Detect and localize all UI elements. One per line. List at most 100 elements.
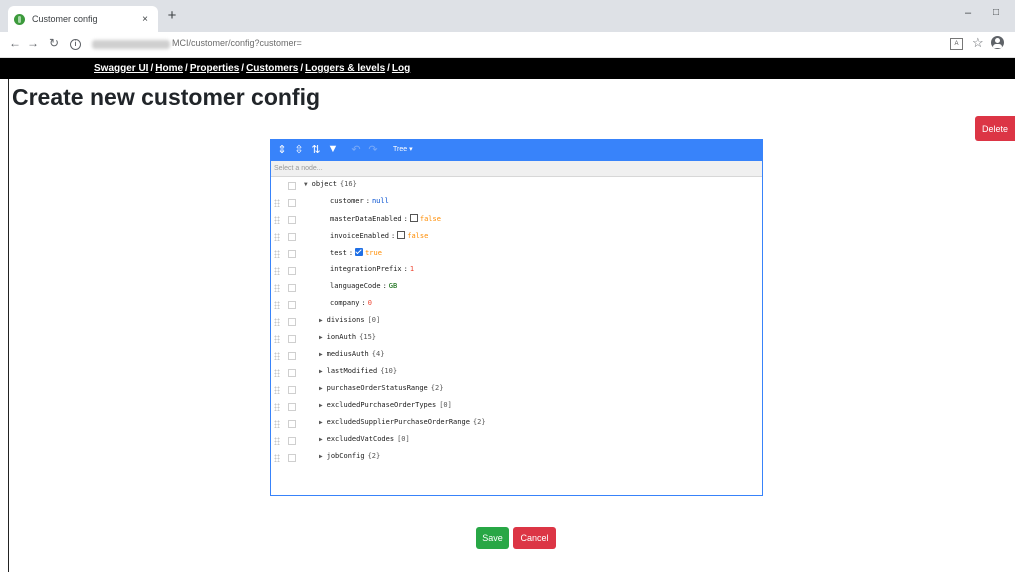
node-key[interactable]: customer [330,197,364,205]
drag-handle-icon[interactable] [274,352,280,360]
drag-handle-icon[interactable] [274,386,280,394]
tree-node-ionAuth[interactable]: ▶ ionAuth {15} [271,330,762,347]
nav-link-swagger-ui[interactable]: Swagger UI [94,63,148,74]
tree-node-masterDataEnabled[interactable]: masterDataEnabled: false [271,211,762,228]
nav-link-home[interactable]: Home [155,63,183,74]
drag-handle-icon[interactable] [274,267,280,275]
minimize-icon[interactable]: – [960,7,976,19]
tab-close-icon[interactable]: × [138,14,152,25]
collapsed-triangle-icon[interactable]: ▶ [319,453,323,460]
node-value[interactable]: GB [389,282,397,290]
drag-handle-icon[interactable] [274,403,280,411]
site-info-icon[interactable]: i [70,39,81,50]
drag-handle-icon[interactable] [274,318,280,326]
collapse-all-icon[interactable]: ⇳ [292,143,306,156]
checkbox-icon[interactable] [409,214,418,222]
translate-icon[interactable]: A [950,38,963,50]
tree-node-jobConfig[interactable]: ▶ jobConfig {2} [271,449,762,466]
tree-node-lastModified[interactable]: ▶ lastModified {10} [271,364,762,381]
url-host-blurred[interactable] [92,40,170,49]
node-key[interactable]: languageCode [330,282,381,290]
drag-handle-icon[interactable] [274,250,280,258]
node-context-menu-icon[interactable] [288,369,296,377]
undo-icon[interactable]: ↶ [349,143,363,156]
node-search-input[interactable]: Select a node... [271,161,762,177]
tree-node-invoiceEnabled[interactable]: invoiceEnabled: false [271,228,762,245]
mode-dropdown[interactable]: Tree ▾ [393,145,413,153]
nav-link-properties[interactable]: Properties [190,63,239,74]
node-context-menu-icon[interactable] [288,437,296,445]
node-value[interactable]: false [407,232,428,240]
node-context-menu-icon[interactable] [288,250,296,258]
drag-handle-icon[interactable] [274,454,280,462]
redo-icon[interactable]: ↷ [366,143,380,156]
nav-link-customers[interactable]: Customers [246,63,298,74]
node-context-menu-icon[interactable] [288,454,296,462]
node-context-menu-icon[interactable] [288,216,296,224]
nav-link-log[interactable]: Log [392,63,410,74]
expanded-triangle-icon[interactable]: ▼ [304,181,308,188]
node-value[interactable]: null [372,197,389,205]
account-icon[interactable] [991,36,1004,49]
tree-node-excludedSupplierPurchaseOrderRange[interactable]: ▶ excludedSupplierPurchaseOrderRange {2} [271,415,762,432]
tree-node-languageCode[interactable]: languageCode: GB [271,279,762,296]
tree-node-root[interactable]: ▼ object {16} [271,177,762,194]
drag-handle-icon[interactable] [274,199,280,207]
delete-button[interactable]: Delete [975,116,1015,141]
tree-node-company[interactable]: company:0 [271,296,762,313]
node-context-menu-icon[interactable] [288,403,296,411]
drag-handle-icon[interactable] [274,233,280,241]
save-button[interactable]: Save [476,527,509,549]
node-context-menu-icon[interactable] [288,352,296,360]
collapsed-triangle-icon[interactable]: ▶ [319,334,323,341]
drag-handle-icon[interactable] [274,284,280,292]
maximize-icon[interactable]: □ [988,7,1004,18]
bookmark-star-icon[interactable]: ☆ [972,35,984,51]
back-arrow-icon[interactable]: ← [8,36,22,50]
drag-handle-icon[interactable] [274,420,280,428]
drag-handle-icon[interactable] [274,369,280,377]
node-context-menu-icon[interactable] [288,182,296,190]
node-context-menu-icon[interactable] [288,284,296,292]
collapsed-triangle-icon[interactable]: ▶ [319,436,323,443]
node-key[interactable]: test [330,249,347,257]
node-key[interactable]: integrationPrefix [330,265,402,273]
nav-link-loggers-levels[interactable]: Loggers & levels [305,63,385,74]
tree-node-excludedVatCodes[interactable]: ▶ excludedVatCodes [0] [271,432,762,449]
collapsed-triangle-icon[interactable]: ▶ [319,402,323,409]
drag-handle-icon[interactable] [274,437,280,445]
node-value[interactable]: 0 [368,299,372,307]
node-context-menu-icon[interactable] [288,233,296,241]
collapsed-triangle-icon[interactable]: ▶ [319,351,323,358]
tree-node-purchaseOrderStatusRange[interactable]: ▶ purchaseOrderStatusRange {2} [271,381,762,398]
reload-icon[interactable]: ↻ [47,36,61,50]
browser-tab[interactable]: Customer config × [8,6,158,32]
node-value[interactable]: false [420,215,441,223]
collapsed-triangle-icon[interactable]: ▶ [319,385,323,392]
tree-node-mediusAuth[interactable]: ▶ mediusAuth {4} [271,347,762,364]
node-context-menu-icon[interactable] [288,420,296,428]
node-context-menu-icon[interactable] [288,301,296,309]
tree-node-test[interactable]: test: true [271,245,762,262]
tree-node-excludedPurchaseOrderTypes[interactable]: ▶ excludedPurchaseOrderTypes [0] [271,398,762,415]
drag-handle-icon[interactable] [274,335,280,343]
checkbox-icon[interactable] [397,231,406,239]
node-value[interactable]: true [365,249,382,257]
drag-handle-icon[interactable] [274,216,280,224]
tree-node-divisions[interactable]: ▶ divisions [0] [271,313,762,330]
node-context-menu-icon[interactable] [288,267,296,275]
checkbox-checked-icon[interactable] [355,248,364,256]
tree-node-integrationPrefix[interactable]: integrationPrefix:1 [271,262,762,279]
expand-all-icon[interactable]: ⇕ [275,143,289,156]
node-context-menu-icon[interactable] [288,199,296,207]
node-key[interactable]: masterDataEnabled [330,215,402,223]
tree-node-customer[interactable]: customer: null [271,194,762,211]
node-context-menu-icon[interactable] [288,318,296,326]
forward-arrow-icon[interactable]: → [26,36,40,50]
url-input[interactable]: MCI/customer/config?customer= [172,38,302,48]
node-value[interactable]: 1 [410,265,414,273]
collapsed-triangle-icon[interactable]: ▶ [319,368,323,375]
node-context-menu-icon[interactable] [288,335,296,343]
cancel-button[interactable]: Cancel [513,527,556,549]
new-tab-icon[interactable]: + [163,7,181,24]
